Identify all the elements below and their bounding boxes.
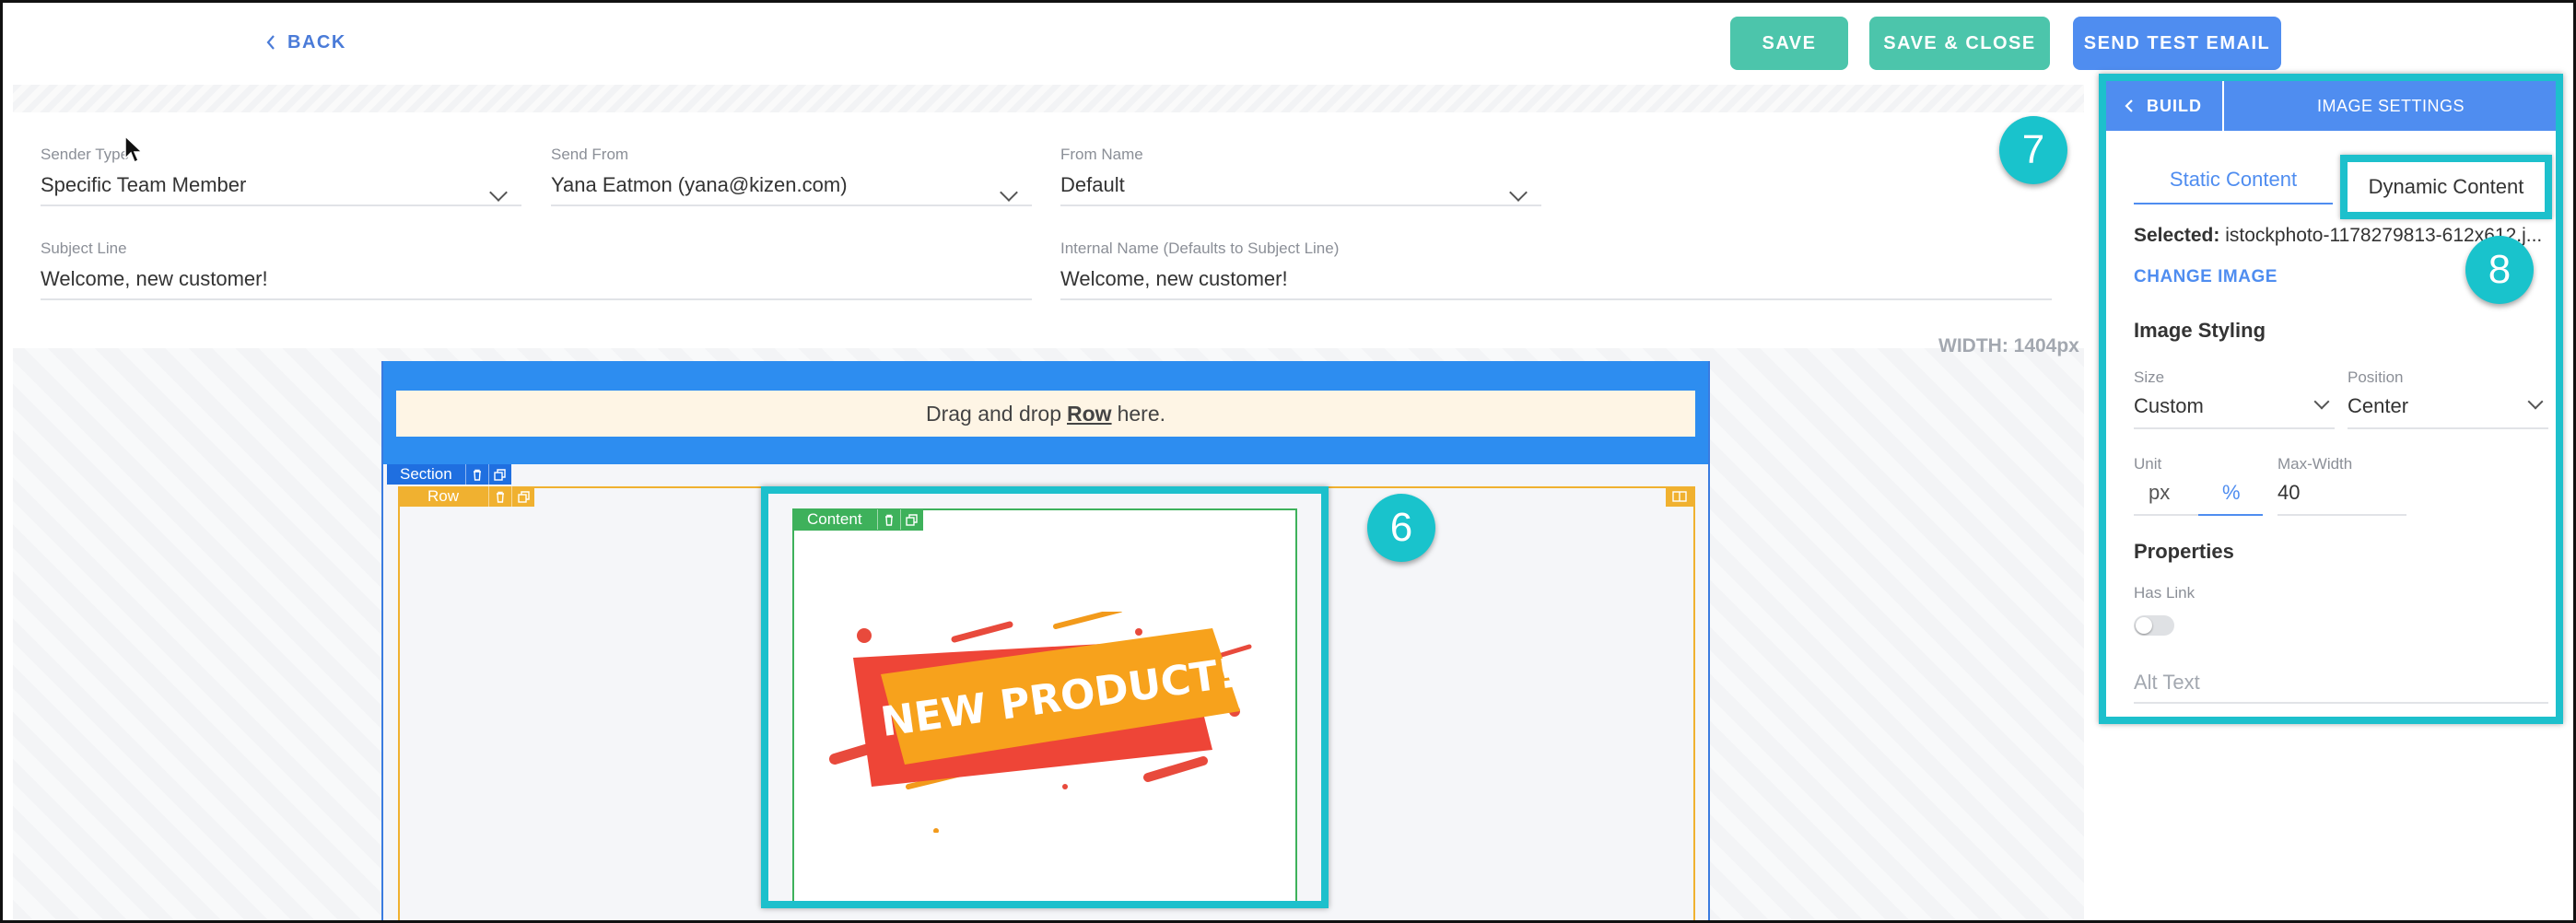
section-tag[interactable]: Section: [387, 464, 511, 485]
field-underline: [2277, 514, 2406, 516]
unit-percent-underline: [2198, 514, 2263, 516]
send-from-value: Yana Eatmon (yana@kizen.com): [551, 173, 848, 196]
field-underline: [2348, 427, 2548, 429]
unit-px-option[interactable]: px: [2149, 481, 2170, 505]
drop-row-suffix: here.: [1117, 401, 1166, 426]
tab-static-content[interactable]: Static Content: [2134, 168, 2333, 204]
field-underline: [2134, 427, 2335, 429]
row-tag-label: Row: [427, 487, 460, 505]
copy-icon[interactable]: [487, 464, 511, 485]
trash-icon[interactable]: [464, 464, 488, 485]
top-bar: BACK SAVE SAVE & CLOSE SEND TEST EMAIL: [0, 0, 2576, 85]
send-from-select[interactable]: Send From Yana Eatmon (yana@kizen.com): [551, 146, 1032, 206]
image-settings-panel: BUILD IMAGE SETTINGS Static Content Dyna…: [2099, 74, 2563, 724]
has-link-toggle[interactable]: [2134, 615, 2174, 636]
max-width-label: Max-Width: [2277, 455, 2353, 473]
copy-icon[interactable]: [511, 486, 534, 507]
unit-px-underline: [2134, 514, 2198, 516]
send-test-email-button[interactable]: SEND TEST EMAIL: [2073, 17, 2281, 70]
save-button[interactable]: SAVE: [1730, 17, 1848, 70]
image-styling-heading: Image Styling: [2134, 319, 2266, 342]
step-badge-7: 7: [1999, 116, 2067, 184]
field-underline: [2134, 702, 2548, 704]
alt-text-input[interactable]: Alt Text: [2134, 671, 2200, 695]
sender-type-label: Sender Type: [41, 146, 130, 163]
internal-name-value: Welcome, new customer!: [1060, 267, 1288, 290]
content-highlight-box: [761, 486, 1329, 908]
sender-type-select[interactable]: Sender Type Specific Team Member: [41, 146, 521, 206]
chevron-down-icon: [2313, 393, 2330, 410]
subject-line-label: Subject Line: [41, 240, 127, 257]
panel-title: IMAGE SETTINGS: [2316, 96, 2465, 115]
max-width-value: 40: [2277, 481, 2301, 504]
mouse-cursor-icon: [124, 134, 144, 164]
row-drop-zone[interactable]: Drag and drop Row here.: [396, 391, 1695, 437]
back-button[interactable]: BACK: [265, 28, 346, 57]
internal-name-field[interactable]: Internal Name (Defaults to Subject Line)…: [1060, 240, 2052, 300]
size-label: Size: [2134, 368, 2165, 386]
drop-row-prefix: Drag and drop: [925, 401, 1062, 426]
has-link-label: Has Link: [2134, 584, 2195, 602]
subject-line-field[interactable]: Subject Line Welcome, new customer!: [41, 240, 1032, 300]
build-back-button[interactable]: BUILD: [2106, 81, 2224, 131]
field-underline: [1060, 204, 1541, 206]
toggle-knob: [2136, 617, 2152, 634]
back-label: BACK: [287, 31, 346, 53]
tab-dynamic-content[interactable]: Dynamic Content: [2340, 155, 2552, 219]
from-name-label: From Name: [1060, 146, 1143, 163]
drop-row-bold: Row: [1067, 401, 1112, 426]
chevron-left-icon: [266, 35, 275, 50]
change-image-link[interactable]: CHANGE IMAGE: [2134, 267, 2277, 287]
position-value: Center: [2348, 394, 2409, 417]
field-underline: [41, 204, 521, 206]
send-from-label: Send From: [551, 146, 629, 163]
from-name-select[interactable]: From Name Default: [1060, 146, 1541, 206]
save-and-close-button[interactable]: SAVE & CLOSE: [1869, 17, 2050, 70]
sender-type-value: Specific Team Member: [41, 173, 247, 196]
size-value: Custom: [2134, 394, 2204, 417]
properties-heading: Properties: [2134, 540, 2234, 563]
unit-label: Unit: [2134, 455, 2162, 473]
chevron-left-icon: [2125, 99, 2133, 112]
email-settings-form: Sender Type Specific Team Member Send Fr…: [0, 112, 2084, 332]
divider-stripe: [13, 85, 2084, 112]
row-layout-icon[interactable]: [1666, 486, 1693, 507]
panel-header: BUILD IMAGE SETTINGS: [2106, 81, 2556, 131]
position-label: Position: [2348, 368, 2404, 386]
unit-percent-option[interactable]: %: [2222, 481, 2241, 505]
build-label: BUILD: [2147, 96, 2202, 115]
field-underline: [551, 204, 1032, 206]
row-tag[interactable]: Row: [398, 486, 535, 507]
subject-line-value: Welcome, new customer!: [41, 267, 268, 290]
canvas-width-label: WIDTH: 1404px: [1938, 335, 2079, 356]
trash-icon[interactable]: [488, 486, 511, 507]
step-badge-6: 6: [1367, 494, 1435, 562]
field-underline: [41, 298, 1032, 300]
field-underline: [1060, 298, 2052, 300]
internal-name-label: Internal Name (Defaults to Subject Line): [1060, 240, 1340, 257]
email-header-section: Drag and drop Row here.: [383, 361, 1708, 464]
chevron-down-icon: [2527, 393, 2544, 410]
section-tag-label: Section: [400, 465, 452, 483]
selected-label: Selected:: [2134, 225, 2220, 246]
step-badge-8: 8: [2465, 236, 2534, 304]
from-name-value: Default: [1060, 173, 1125, 196]
